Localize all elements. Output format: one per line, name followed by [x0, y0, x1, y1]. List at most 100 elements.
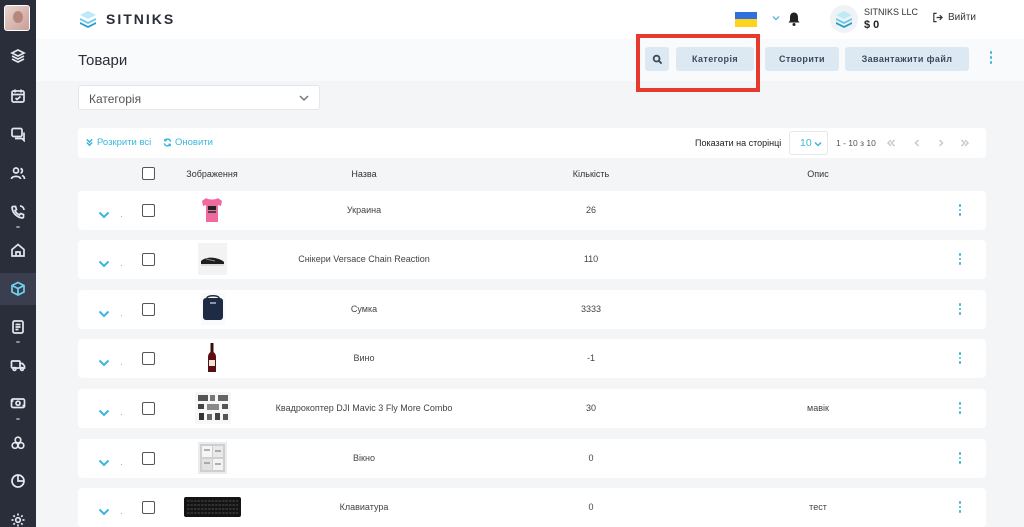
- column-header-image: Зображення: [186, 169, 238, 179]
- more-actions-icon[interactable]: [989, 51, 993, 64]
- product-name[interactable]: Украина: [347, 205, 381, 215]
- expand-row-icon[interactable]: [98, 404, 110, 417]
- row-indicator: [121, 464, 122, 465]
- row-indicator: [121, 216, 122, 217]
- ukraine-flag-icon[interactable]: [735, 12, 757, 27]
- company-name[interactable]: SITNIKS LLC: [864, 7, 918, 17]
- sneaker-product-image[interactable]: [198, 243, 227, 275]
- table-toolbar: Розкрити всі Оновити Показати на сторінц…: [78, 128, 986, 158]
- window-product-image[interactable]: [198, 442, 227, 474]
- sidebar-divider: [16, 226, 20, 228]
- product-name[interactable]: Вікно: [353, 453, 375, 463]
- expand-row-icon[interactable]: [98, 503, 110, 516]
- row-checkbox[interactable]: [142, 402, 155, 415]
- first-page-icon[interactable]: [885, 137, 897, 149]
- column-header-description: Опис: [807, 169, 829, 179]
- calendar-icon[interactable]: [0, 80, 36, 112]
- select-all-checkbox[interactable]: [142, 167, 155, 180]
- table-row[interactable]: Вікно 0: [78, 439, 986, 478]
- user-avatar[interactable]: [4, 5, 30, 31]
- language-chevron-icon[interactable]: [771, 13, 781, 23]
- product-name[interactable]: Квадрокоптер DJI Mavic 3 Fly More Combo: [276, 403, 453, 413]
- finance-icon[interactable]: [0, 387, 36, 419]
- chevron-down-icon: [814, 141, 822, 147]
- row-indicator: [121, 513, 122, 514]
- row-indicator: [121, 265, 122, 266]
- refresh-button[interactable]: Оновити: [163, 137, 213, 148]
- prev-page-icon[interactable]: [911, 137, 923, 149]
- table-row[interactable]: Клавиатура 0 тест: [78, 488, 986, 527]
- sidebar-divider: [16, 418, 20, 420]
- product-name[interactable]: Снікери Versace Chain Reaction: [298, 254, 430, 264]
- product-quantity: 110: [583, 254, 599, 264]
- row-checkbox[interactable]: [142, 253, 155, 266]
- page-header: Товари Категорія Створити Завантажити фа…: [36, 34, 1024, 92]
- upload-file-button[interactable]: Завантажити файл: [845, 47, 969, 71]
- row-checkbox[interactable]: [142, 303, 155, 316]
- keyboard-product-image[interactable]: [184, 491, 241, 523]
- settings-icon[interactable]: [0, 504, 36, 527]
- product-description: мавік: [807, 403, 829, 413]
- row-actions-icon[interactable]: [958, 452, 962, 464]
- tshirt-product-image[interactable]: [198, 194, 226, 226]
- row-checkbox[interactable]: [142, 204, 155, 217]
- product-quantity: 26: [585, 205, 597, 215]
- row-checkbox[interactable]: [142, 452, 155, 465]
- home-icon[interactable]: [0, 234, 36, 266]
- row-checkbox[interactable]: [142, 501, 155, 514]
- expand-row-icon[interactable]: [98, 454, 110, 467]
- row-actions-icon[interactable]: [958, 303, 962, 315]
- logout-icon: [933, 12, 943, 23]
- logout-label: Вийти: [948, 12, 977, 23]
- highlight-box: [636, 34, 760, 92]
- delivery-icon[interactable]: [0, 349, 36, 381]
- company-logo-icon[interactable]: [830, 5, 858, 33]
- product-name[interactable]: Сумка: [351, 304, 377, 314]
- table-row[interactable]: Снікери Versace Chain Reaction 110: [78, 240, 986, 279]
- chat-icon[interactable]: [0, 118, 36, 150]
- page-title: Товари: [78, 52, 128, 69]
- expand-row-icon[interactable]: [98, 354, 110, 367]
- product-name[interactable]: Клавиатура: [340, 502, 389, 512]
- expand-row-icon[interactable]: [98, 305, 110, 318]
- expand-all-button[interactable]: Розкрити всі: [85, 137, 151, 148]
- bag-product-image[interactable]: [201, 293, 225, 325]
- column-header-quantity[interactable]: Кількість: [573, 169, 609, 179]
- column-header-name[interactable]: Назва: [351, 169, 376, 179]
- product-name[interactable]: Вино: [353, 353, 374, 363]
- row-actions-icon[interactable]: [958, 501, 962, 513]
- row-actions-icon[interactable]: [958, 253, 962, 265]
- table-row[interactable]: Сумка 3333: [78, 290, 986, 329]
- table-row[interactable]: Квадрокоптер DJI Mavic 3 Fly More Combo …: [78, 389, 986, 428]
- category-filter-select[interactable]: Категорія: [78, 85, 320, 110]
- wine-product-image[interactable]: [205, 342, 219, 374]
- products-icon[interactable]: [0, 273, 36, 305]
- expand-row-icon[interactable]: [98, 206, 110, 219]
- orders-icon[interactable]: [0, 311, 36, 343]
- users-icon[interactable]: [0, 157, 36, 189]
- refresh-icon: [163, 138, 172, 147]
- drone-product-image[interactable]: [195, 392, 231, 424]
- brand-logo[interactable]: SITNIKS: [78, 9, 175, 29]
- last-page-icon[interactable]: [959, 137, 971, 149]
- table-row[interactable]: Украина 26: [78, 191, 986, 230]
- brand-name: SITNIKS: [106, 11, 176, 27]
- create-button[interactable]: Створити: [765, 47, 839, 71]
- per-page-select[interactable]: 10: [789, 131, 828, 155]
- refresh-label: Оновити: [175, 137, 213, 148]
- row-actions-icon[interactable]: [958, 204, 962, 216]
- row-actions-icon[interactable]: [958, 352, 962, 364]
- next-page-icon[interactable]: [935, 137, 947, 149]
- row-checkbox[interactable]: [142, 352, 155, 365]
- row-actions-icon[interactable]: [958, 402, 962, 414]
- integrations-icon[interactable]: [0, 427, 36, 459]
- layers-icon[interactable]: [0, 40, 36, 72]
- per-page-value: 10: [800, 137, 812, 149]
- phone-icon[interactable]: [0, 196, 36, 228]
- logout-button[interactable]: Вийти: [932, 12, 976, 23]
- table-row[interactable]: Вино -1: [78, 339, 986, 378]
- expand-row-icon[interactable]: [98, 255, 110, 268]
- chevron-down-icon: [299, 95, 309, 102]
- bell-icon[interactable]: [787, 11, 801, 27]
- reports-icon[interactable]: [0, 465, 36, 497]
